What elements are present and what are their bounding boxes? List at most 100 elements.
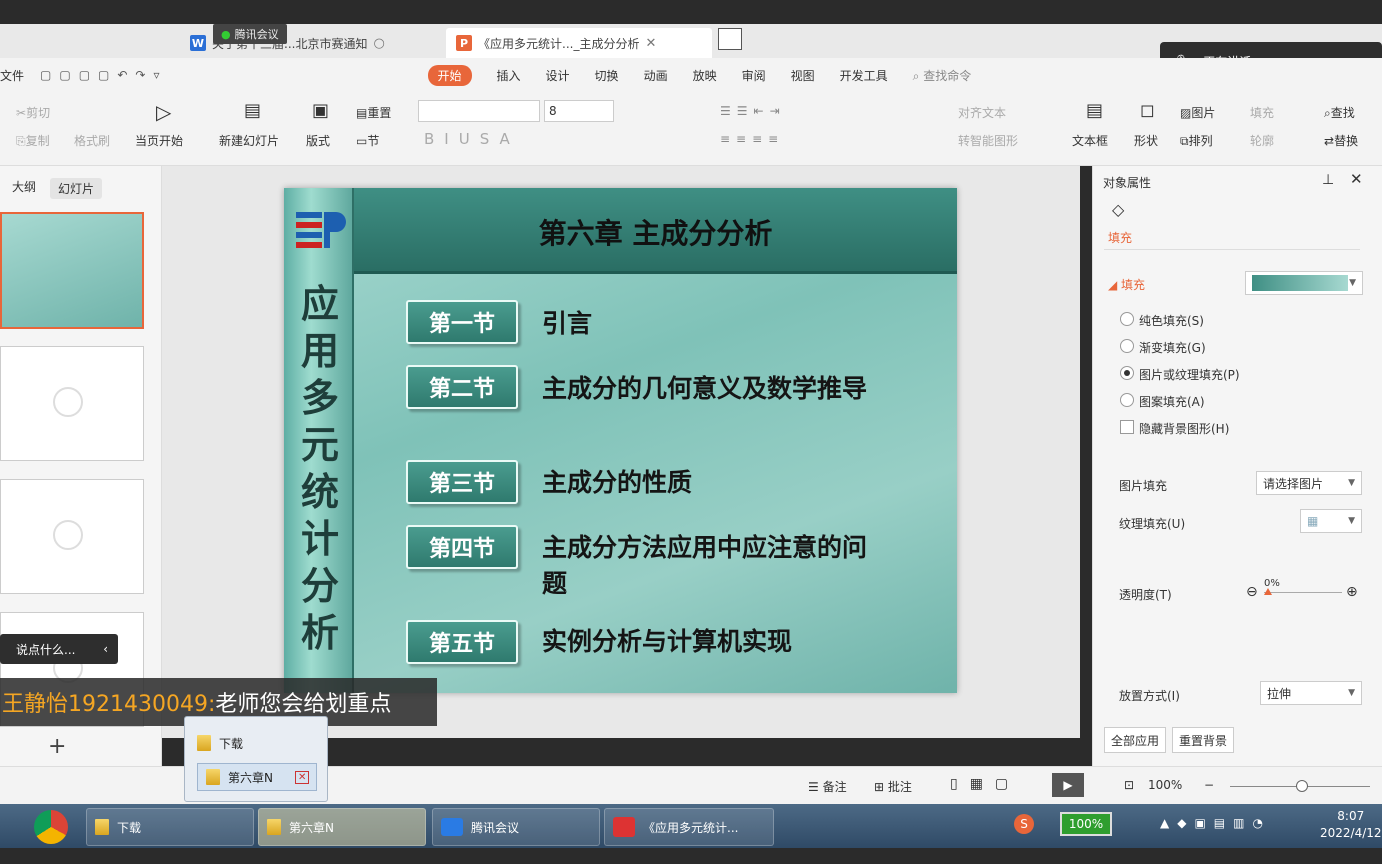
view-mode-icons[interactable]: ▯▦▢ <box>950 776 1020 792</box>
plus-icon[interactable]: ⊕ <box>1346 584 1358 600</box>
add-slide-button[interactable]: + <box>48 734 66 759</box>
taskbar-item-chapter6[interactable]: 第六章N <box>258 808 426 846</box>
tab-slides[interactable]: 幻灯片 <box>50 178 103 199</box>
chat-input[interactable]: 说点什么... ‹ <box>0 634 118 664</box>
slider-thumb[interactable] <box>1264 588 1272 595</box>
panel-tabs: 大纲 幻灯片 <box>12 178 103 199</box>
chevron-left-icon[interactable]: ‹ <box>103 642 108 656</box>
shape-button[interactable]: 形状 <box>1134 132 1158 149</box>
taskbar-item-download[interactable]: 下载 <box>86 808 254 846</box>
radio-gradient-fill[interactable] <box>1120 339 1134 353</box>
from-start-button[interactable]: 当页开始 <box>135 132 183 149</box>
pin-icon[interactable]: ⊥ <box>1322 172 1334 188</box>
menu-home[interactable]: 开始 <box>427 64 472 86</box>
transparency-slider[interactable] <box>1264 592 1342 593</box>
folder-icon <box>197 735 211 751</box>
tab-presentation[interactable]: P 《应用多元统计..._主成分分析 ✕ <box>446 28 712 58</box>
input-method-icon[interactable]: S <box>1014 814 1034 834</box>
font-name-field[interactable] <box>418 100 540 122</box>
align-icons[interactable]: ≡≡≡≡ <box>720 132 784 146</box>
menu-review[interactable]: 审阅 <box>742 67 766 84</box>
format-painter-button[interactable]: 格式刷 <box>74 132 110 149</box>
picture-fill-select[interactable]: 请选择图片 ▼ <box>1256 471 1362 495</box>
tab-fill[interactable]: 填充 <box>1108 229 1132 246</box>
reset-button[interactable]: ▤重置 <box>356 104 391 121</box>
command-search[interactable]: ⌕ 查找命令 <box>913 67 972 84</box>
close-icon[interactable]: ✕ <box>294 770 310 784</box>
picture-button[interactable]: ▨图片 <box>1180 104 1215 121</box>
taskbar-item-tencent-meeting[interactable]: 腾讯会议 <box>432 808 600 846</box>
close-icon[interactable]: ○ <box>373 36 384 51</box>
menu-view[interactable]: 视图 <box>791 67 815 84</box>
menu-developer[interactable]: 开发工具 <box>840 67 888 84</box>
file-menu[interactable]: 文件 <box>0 67 24 84</box>
system-clock[interactable]: 8:07 2022/4/12 <box>1320 808 1382 842</box>
menu-insert[interactable]: 插入 <box>497 67 521 84</box>
zoom-level[interactable]: 100% <box>1148 778 1182 792</box>
close-icon[interactable]: ✕ <box>1350 170 1363 188</box>
menu-animation[interactable]: 动画 <box>644 67 668 84</box>
apply-all-button[interactable]: 全部应用 <box>1104 727 1166 753</box>
arrange-button[interactable]: ⧉排列 <box>1180 132 1213 149</box>
close-icon[interactable]: ✕ <box>645 36 656 51</box>
slide[interactable]: 第六章 主成分分析 应用多元统计分析 第一节 引言 第二节 主成分的几何意义及数… <box>284 188 957 693</box>
reset-background-button[interactable]: 重置背景 <box>1172 727 1234 753</box>
find-button[interactable]: ⌕查找 <box>1324 104 1355 121</box>
copy-button[interactable]: ⎘复制 <box>16 132 50 149</box>
chat-placeholder: 说点什么... <box>16 642 76 657</box>
texture-fill-select[interactable]: ▦ ▼ <box>1300 509 1362 533</box>
slide-sidebar: 应用多元统计分析 <box>284 188 354 693</box>
list-icons[interactable]: ☰☰⇤⇥ <box>720 104 786 118</box>
taskbar-item-presentation[interactable]: 《应用多元统计... <box>604 808 774 846</box>
zoom-slider-thumb[interactable] <box>1296 780 1308 792</box>
radio-pattern-fill[interactable] <box>1120 393 1134 407</box>
chrome-icon[interactable] <box>34 810 68 844</box>
fill-button[interactable]: 填充 <box>1250 104 1274 121</box>
search-icon: ⌕ <box>912 68 920 83</box>
font-size-field[interactable]: 8 <box>544 100 614 122</box>
align-text-button[interactable]: 对齐文本 <box>958 104 1006 121</box>
hide-background-checkbox[interactable] <box>1120 420 1134 434</box>
new-slide-button[interactable]: 新建幻灯片 <box>219 132 279 149</box>
cut-button[interactable]: ✂剪切 <box>16 104 50 121</box>
radio-solid-fill[interactable] <box>1120 312 1134 326</box>
section-button[interactable]: ▭节 <box>356 132 379 149</box>
option-gradient-fill[interactable]: 渐变填充(G) <box>1139 339 1206 356</box>
option-solid-fill[interactable]: 纯色填充(S) <box>1139 312 1204 329</box>
slide-thumbnail-3[interactable] <box>0 479 144 594</box>
panel-header[interactable]: 对象属性 <box>1103 174 1151 191</box>
comments-button[interactable]: ⊞ 批注 <box>874 778 912 795</box>
hide-background-label[interactable]: 隐藏背景图形(H) <box>1139 420 1229 437</box>
smart-shape-button[interactable]: 转智能图形 <box>958 132 1018 149</box>
menu-slideshow[interactable]: 放映 <box>693 67 717 84</box>
quick-access-icons[interactable]: ▢▢▢▢↶↷▿ <box>40 68 167 82</box>
replace-button[interactable]: ⇄替换 <box>1324 132 1358 149</box>
zoom-out-icon[interactable]: − <box>1204 778 1214 792</box>
option-pattern-fill[interactable]: 图案填充(A) <box>1139 393 1205 410</box>
placement-select[interactable]: 拉伸 ▼ <box>1260 681 1362 705</box>
menu-transition[interactable]: 切换 <box>595 67 619 84</box>
slide-thumbnail-1[interactable] <box>0 212 144 329</box>
slideshow-button[interactable]: ▶ <box>1052 773 1084 797</box>
notes-button[interactable]: ☰ 备注 <box>808 778 847 795</box>
layout-button[interactable]: 版式 <box>306 132 330 149</box>
fill-section-header[interactable]: ◢ 填充 <box>1108 276 1145 293</box>
minus-icon[interactable]: ⊖ <box>1246 584 1258 600</box>
play-icon: ▷ <box>156 100 172 124</box>
fill-preview-select[interactable]: ▼ <box>1245 271 1363 295</box>
textbox-button[interactable]: 文本框 <box>1072 132 1108 149</box>
popup-item-download[interactable]: 下载 <box>197 729 243 757</box>
popup-item-chapter6[interactable]: 第六章N ✕ <box>197 763 317 791</box>
fit-icon[interactable]: ⊡ <box>1124 778 1134 792</box>
font-style-buttons[interactable]: BIUSA <box>424 130 520 148</box>
slide-header: 第六章 主成分分析 <box>354 188 957 274</box>
slide-thumbnail-2[interactable] <box>0 346 144 461</box>
tray-icons[interactable]: ▲◆▣▤▥◔ <box>1160 816 1271 830</box>
menu-design[interactable]: 设计 <box>546 67 570 84</box>
tencent-meeting-icon <box>441 818 463 836</box>
option-picture-fill[interactable]: 图片或纹理填充(P) <box>1139 366 1240 383</box>
tab-outline[interactable]: 大纲 <box>12 178 36 199</box>
radio-picture-fill[interactable] <box>1120 366 1134 380</box>
outline-button[interactable]: 轮廓 <box>1250 132 1274 149</box>
new-tab-icon[interactable] <box>718 28 742 50</box>
